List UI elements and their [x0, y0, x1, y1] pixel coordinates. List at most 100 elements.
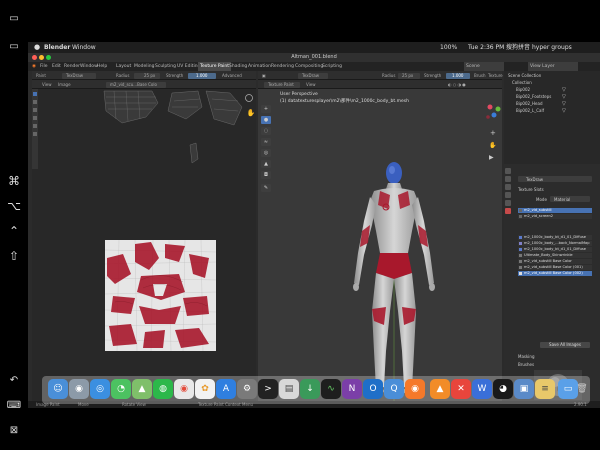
activity-monitor-icon[interactable]: ∿ — [321, 379, 341, 399]
menubar-toggle-icon[interactable]: ▭ — [6, 12, 22, 26]
safari-icon[interactable]: ◎ — [90, 379, 110, 399]
texture-slot[interactable]: m2_vid_substill Base Color (001) — [518, 265, 592, 270]
viewport-mode-icon[interactable]: ▣ — [262, 71, 266, 80]
tool-tab-icon[interactable] — [505, 168, 511, 174]
viewport-brush-menu[interactable]: Brush — [474, 71, 486, 80]
maps-icon[interactable]: ▲ — [132, 379, 152, 399]
wechat-icon[interactable]: ◍ — [153, 379, 173, 399]
close-window-icon[interactable] — [32, 55, 37, 60]
messages-icon[interactable]: ◔ — [111, 379, 131, 399]
tab-scripting[interactable]: Scripting — [320, 62, 344, 71]
file-icon[interactable]: ▤ — [279, 379, 299, 399]
clone-tool-icon[interactable] — [33, 116, 37, 120]
menu-file[interactable]: File — [38, 62, 50, 71]
paint-mode-selector[interactable]: Paint — [36, 71, 46, 80]
visibility-icon[interactable]: ▽ — [562, 87, 566, 93]
smear-tool-icon[interactable] — [33, 108, 37, 112]
render-tab-icon[interactable] — [505, 176, 511, 182]
menu-edit[interactable]: Edit — [50, 62, 63, 71]
mask-tool-icon[interactable] — [33, 132, 37, 136]
keyboard-icon[interactable]: ⌨ — [6, 399, 22, 413]
view-menu[interactable]: View — [42, 80, 52, 89]
user-name[interactable]: hyper groups — [532, 42, 572, 53]
launchpad-icon[interactable]: ◉ — [69, 379, 89, 399]
system-preferences-icon[interactable]: ⚙ — [237, 379, 257, 399]
visibility-icon[interactable]: ▽ — [562, 94, 566, 100]
qq-icon[interactable]: ◕ — [493, 379, 513, 399]
brushes-panel-header[interactable]: Brushes — [518, 362, 534, 367]
onenote-icon[interactable]: N — [342, 379, 362, 399]
texture-slot[interactable]: m2_1000c_body_bt_d1_01_Diffuse — [518, 247, 592, 252]
visibility-icon[interactable]: ▽ — [562, 108, 566, 114]
chrome-icon[interactable]: ◉ — [174, 379, 194, 399]
material-tab-icon[interactable] — [505, 208, 511, 214]
texture-slot[interactable]: m2_vid_substill Base Color — [518, 259, 592, 264]
outliner-item[interactable]: Bip002_Head — [516, 101, 543, 107]
outliner-item[interactable]: Bip002_Footsteps — [516, 94, 551, 100]
xmind-icon[interactable]: ✕ — [451, 379, 471, 399]
clock[interactable]: Tue 2:36 PM — [468, 42, 504, 53]
output-tab-icon[interactable] — [505, 184, 511, 190]
scene-tab-icon[interactable] — [505, 192, 511, 198]
control-key-icon[interactable]: ⌃ — [6, 224, 22, 238]
preview-icon[interactable]: ▣ — [514, 379, 534, 399]
soften-tool-icon[interactable] — [33, 100, 37, 104]
command-key-icon[interactable]: ⌘ — [6, 174, 22, 188]
viewport-view-menu[interactable]: View — [306, 80, 316, 89]
trash-icon[interactable]: 🗑 — [572, 379, 592, 399]
advanced-menu[interactable]: Advanced — [222, 71, 242, 80]
zoom-window-icon[interactable] — [46, 55, 51, 60]
outliner-item[interactable]: Bip002_L_Calf — [516, 108, 544, 114]
visibility-icon[interactable]: ▽ — [562, 101, 566, 107]
texture-slots-header[interactable]: Texture Slots — [518, 187, 544, 192]
viewport-texture-menu[interactable]: Texture — [488, 71, 503, 80]
outliner-item[interactable]: Collection — [512, 80, 532, 86]
apple-icon[interactable]: ● — [34, 42, 40, 53]
quicktime-icon[interactable]: Q — [384, 379, 404, 399]
dock-toggle-icon[interactable]: ▭ — [6, 40, 22, 54]
terminal-icon[interactable]: > — [258, 379, 278, 399]
undo-icon[interactable]: ↶ — [6, 374, 22, 388]
minimize-window-icon[interactable] — [39, 55, 44, 60]
material-item[interactable]: m2_vid_screen2 — [518, 214, 592, 219]
3d-viewport[interactable]: User Perspective (1) datatexturesplayer\… — [258, 89, 502, 401]
character-model[interactable] — [346, 161, 442, 397]
vlc-icon[interactable]: ▲ — [430, 379, 450, 399]
texture-image[interactable] — [105, 240, 216, 351]
photos-icon[interactable]: ✿ — [195, 379, 215, 399]
world-tab-icon[interactable] — [505, 200, 511, 206]
outliner-item[interactable]: Bip002 — [516, 87, 530, 93]
texture-slot-selected[interactable]: m2_vid_substill Base Color (002) — [518, 271, 592, 276]
image-editor[interactable]: ✋ — [32, 89, 256, 401]
shading-mode-icons[interactable]: ◐ ○ ◑ ● — [448, 80, 466, 89]
texture-slot[interactable]: m2_1000c_body_bt_d1_01_Diffuse — [518, 235, 592, 240]
blender-icon[interactable]: ◉ — [405, 379, 425, 399]
finder-icon[interactable]: ☺ — [48, 379, 68, 399]
masking-panel-header[interactable]: Masking — [518, 354, 535, 359]
tab-layout[interactable]: Layout — [114, 62, 133, 71]
view-layer-selector[interactable]: View Layer — [528, 62, 578, 71]
disconnect-icon[interactable]: ⊠ — [6, 424, 22, 438]
notes-icon[interactable]: ≡ — [535, 379, 555, 399]
outlook-icon[interactable]: O — [363, 379, 383, 399]
option-key-icon[interactable]: ⌥ — [6, 199, 22, 213]
window-menu[interactable]: Window — [72, 42, 96, 53]
tab-rendering[interactable]: Rendering — [269, 62, 296, 71]
scene-selector[interactable]: Scene — [464, 62, 504, 71]
wps-icon[interactable]: W — [472, 379, 492, 399]
material-item[interactable]: m2_vid_substill — [518, 208, 592, 213]
draw-tool-icon[interactable] — [33, 92, 37, 96]
menu-help[interactable]: Help — [95, 62, 109, 71]
blender-logo-icon[interactable]: ◉ — [30, 62, 38, 71]
image-menu[interactable]: Image — [58, 80, 71, 89]
texture-slot[interactable]: Ultimate_Body_Skinwrinkle — [518, 253, 592, 258]
save-all-images-button[interactable]: Save All Images — [540, 342, 590, 348]
input-method[interactable]: 搜狗拼音 — [506, 42, 530, 53]
fill-tool-icon[interactable] — [33, 124, 37, 128]
app-menu-name[interactable]: Blender — [44, 42, 70, 53]
download-icon[interactable]: ↓ — [300, 379, 320, 399]
shift-key-icon[interactable]: ⇧ — [6, 249, 22, 263]
app-store-icon[interactable]: A — [216, 379, 236, 399]
mac-menubar: ● Blender Window 100% Tue 2:36 PM 搜狗拼音 h… — [28, 42, 600, 53]
texture-slot[interactable]: m2_1000c_body_...back_NormalMap — [518, 241, 592, 246]
